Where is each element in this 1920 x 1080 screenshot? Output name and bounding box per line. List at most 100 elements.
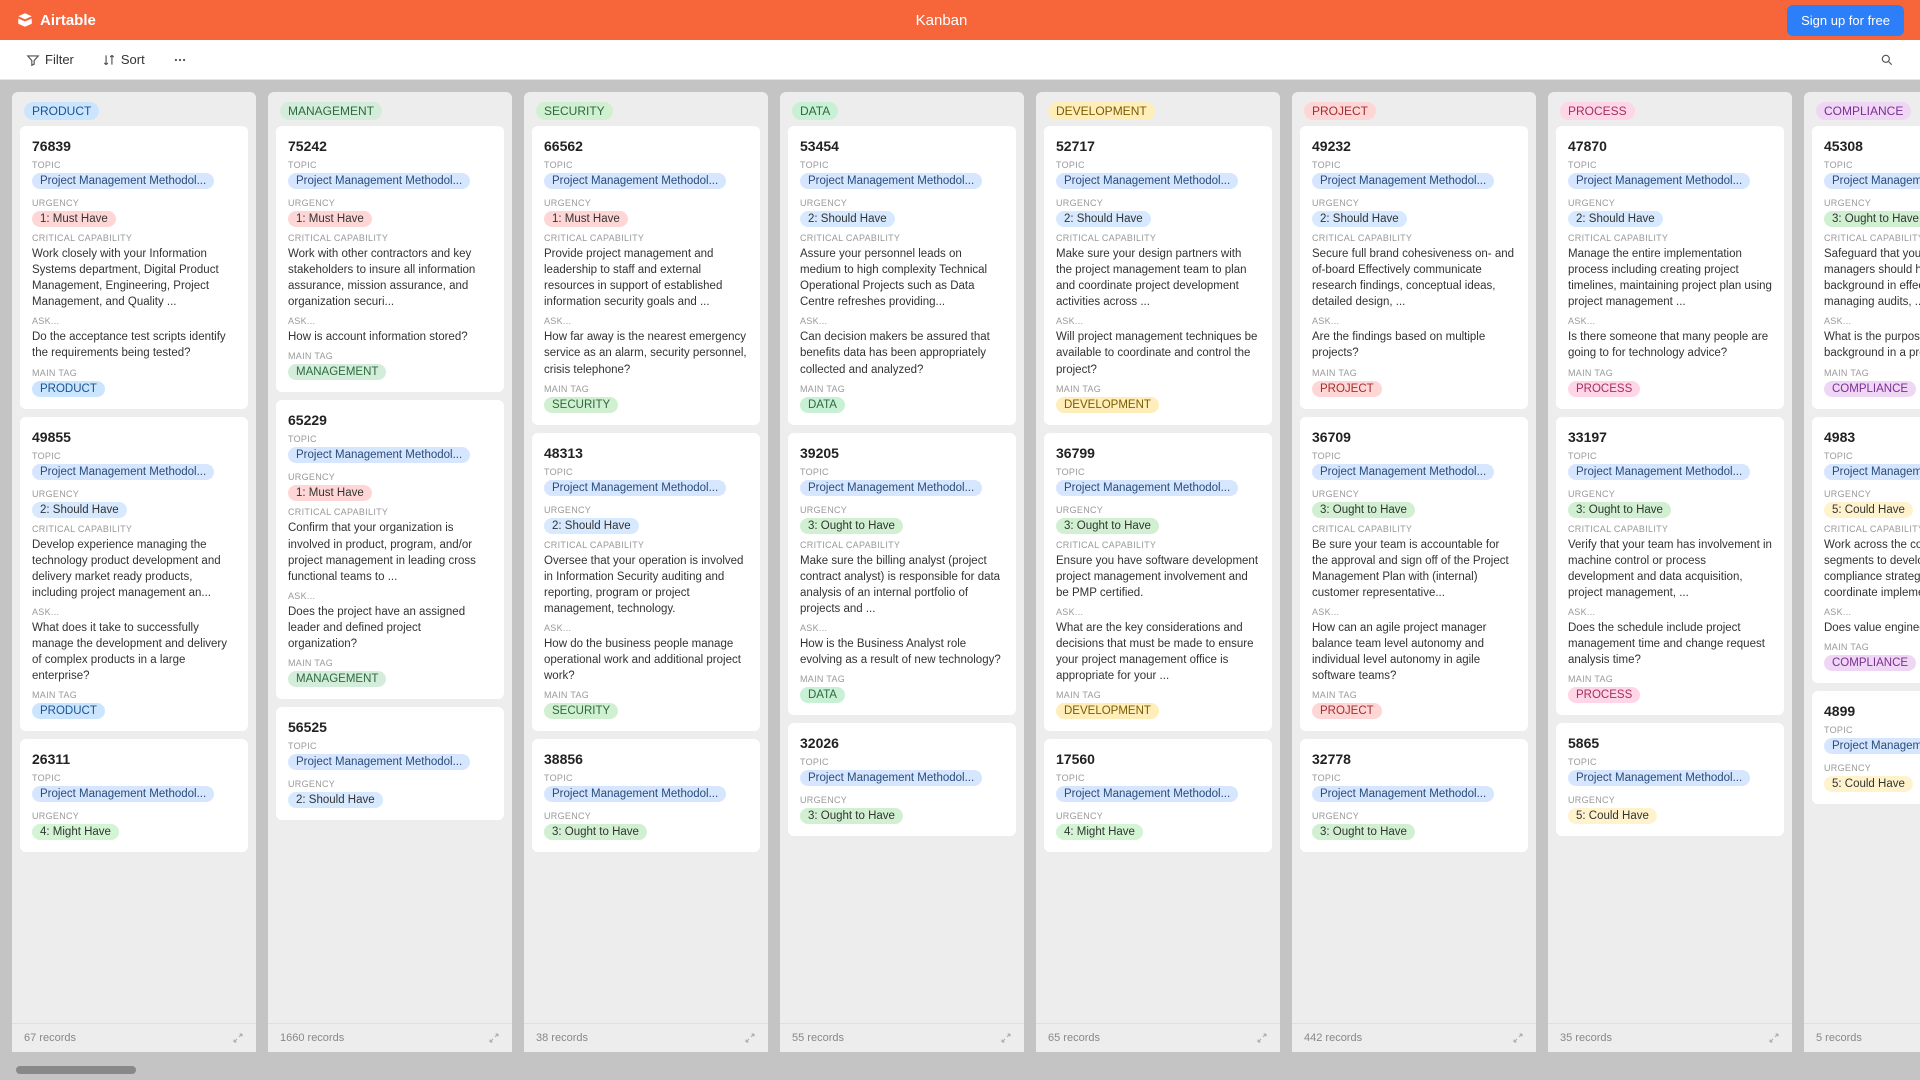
field-label: URGENCY	[288, 198, 492, 208]
topic-pill: Project Management Methodol...	[1312, 173, 1494, 189]
field-label: CRITICAL CAPABILITY	[800, 540, 1004, 550]
field-label: URGENCY	[800, 198, 1004, 208]
kanban-card[interactable]: 32026TOPICProject Management Methodol...…	[788, 723, 1016, 836]
column-body[interactable]: 52717TOPICProject Management Methodol...…	[1036, 126, 1280, 1023]
field-label: URGENCY	[32, 198, 236, 208]
column-footer: 38 records	[524, 1023, 768, 1052]
expand-icon[interactable]	[1512, 1032, 1524, 1044]
kanban-card[interactable]: 48313TOPICProject Management Methodol...…	[532, 433, 760, 732]
column-footer: 5 records	[1804, 1023, 1920, 1052]
kanban-card[interactable]: 47870TOPICProject Management Methodol...…	[1556, 126, 1784, 409]
urgency-pill: 4: Might Have	[1056, 824, 1143, 840]
field-label: TOPIC	[32, 160, 236, 170]
main-tag-pill: DEVELOPMENT	[1056, 397, 1159, 413]
kanban-card[interactable]: 66562TOPICProject Management Methodol...…	[532, 126, 760, 425]
field-label: ASK...	[544, 316, 748, 326]
urgency-pill: 3: Ought to Have	[800, 808, 903, 824]
sort-button[interactable]: Sort	[96, 48, 151, 71]
kanban-card[interactable]: 53454TOPICProject Management Methodol...…	[788, 126, 1016, 425]
main-tag-pill: PROCESS	[1568, 687, 1640, 703]
kanban-card[interactable]: 36799TOPICProject Management Methodol...…	[1044, 433, 1272, 732]
field-label: TOPIC	[32, 451, 236, 461]
kanban-card[interactable]: 38856TOPICProject Management Methodol...…	[532, 739, 760, 852]
expand-icon[interactable]	[488, 1032, 500, 1044]
search-button[interactable]	[1874, 49, 1900, 71]
kanban-card[interactable]: 39205TOPICProject Management Methodol...…	[788, 433, 1016, 716]
column-header: DEVELOPMENT	[1036, 92, 1280, 126]
field-label: TOPIC	[288, 434, 492, 444]
card-id: 38856	[544, 751, 748, 767]
horizontal-scrollbar[interactable]	[16, 1066, 136, 1074]
card-id: 49855	[32, 429, 236, 445]
airtable-logo-icon	[16, 11, 34, 29]
kanban-card[interactable]: 75242TOPICProject Management Methodol...…	[276, 126, 504, 392]
kanban-card[interactable]: 5865TOPICProject Management Methodol...U…	[1556, 723, 1784, 836]
column-body[interactable]: 75242TOPICProject Management Methodol...…	[268, 126, 512, 1023]
card-id: 65229	[288, 412, 492, 428]
record-count: 442 records	[1304, 1032, 1362, 1044]
urgency-pill: 2: Should Have	[1056, 211, 1151, 227]
urgency-pill: 3: Ought to Have	[544, 824, 647, 840]
filter-button[interactable]: Filter	[20, 48, 80, 71]
field-label: TOPIC	[800, 467, 1004, 477]
expand-icon[interactable]	[1256, 1032, 1268, 1044]
kanban-card[interactable]: 33197TOPICProject Management Methodol...…	[1556, 417, 1784, 716]
column-body[interactable]: 76839TOPICProject Management Methodol...…	[12, 126, 256, 1023]
kanban-card[interactable]: 49232TOPICProject Management Methodol...…	[1300, 126, 1528, 409]
critical-capability-text: Assure your personnel leads on medium to…	[800, 246, 1004, 310]
kanban-card[interactable]: 49855TOPICProject Management Methodol...…	[20, 417, 248, 732]
kanban-card[interactable]: 4983TOPICProject Management Methodol...U…	[1812, 417, 1920, 683]
kanban-card[interactable]: 17560TOPICProject Management Methodol...…	[1044, 739, 1272, 852]
ask-text: How is the Business Analyst role evolvin…	[800, 636, 1004, 668]
field-label: ASK...	[1824, 316, 1920, 326]
topic-pill: Project Management Methodol...	[800, 173, 982, 189]
column-body[interactable]: 66562TOPICProject Management Methodol...…	[524, 126, 768, 1023]
kanban-card[interactable]: 65229TOPICProject Management Methodol...…	[276, 400, 504, 699]
more-button[interactable]	[167, 49, 193, 71]
signup-button[interactable]: Sign up for free	[1787, 5, 1904, 36]
column-body[interactable]: 53454TOPICProject Management Methodol...…	[780, 126, 1024, 1023]
column-body[interactable]: 49232TOPICProject Management Methodol...…	[1292, 126, 1536, 1023]
expand-icon[interactable]	[1000, 1032, 1012, 1044]
logo[interactable]: Airtable	[16, 11, 96, 29]
column-body[interactable]: 45308TOPICProject Management Methodol...…	[1804, 126, 1920, 1023]
kanban-card[interactable]: 4899TOPICProject Management Methodol...U…	[1812, 691, 1920, 804]
card-id: 5865	[1568, 735, 1772, 751]
urgency-pill: 4: Might Have	[32, 824, 119, 840]
expand-icon[interactable]	[232, 1032, 244, 1044]
field-label: URGENCY	[1312, 489, 1516, 499]
expand-icon[interactable]	[1768, 1032, 1780, 1044]
kanban-card[interactable]: 56525TOPICProject Management Methodol...…	[276, 707, 504, 820]
field-label: ASK...	[1824, 607, 1920, 617]
field-label: URGENCY	[1312, 811, 1516, 821]
field-label: MAIN TAG	[1824, 642, 1920, 652]
kanban-card[interactable]: 52717TOPICProject Management Methodol...…	[1044, 126, 1272, 425]
main-tag-pill: PRODUCT	[32, 703, 105, 719]
kanban-card[interactable]: 36709TOPICProject Management Methodol...…	[1300, 417, 1528, 732]
kanban-card[interactable]: 76839TOPICProject Management Methodol...…	[20, 126, 248, 409]
field-label: TOPIC	[1824, 451, 1920, 461]
urgency-pill: 2: Should Have	[800, 211, 895, 227]
topic-pill: Project Management Methodol...	[544, 786, 726, 802]
card-id: 66562	[544, 138, 748, 154]
main-tag-pill: PROJECT	[1312, 381, 1382, 397]
kanban-column: DEVELOPMENT52717TOPICProject Management …	[1036, 92, 1280, 1052]
urgency-pill: 3: Ought to Have	[800, 518, 903, 534]
field-label: TOPIC	[1056, 467, 1260, 477]
field-label: CRITICAL CAPABILITY	[32, 233, 236, 243]
column-body[interactable]: 47870TOPICProject Management Methodol...…	[1548, 126, 1792, 1023]
main-tag-pill: SECURITY	[544, 397, 618, 413]
main-tag-pill: COMPLIANCE	[1824, 381, 1916, 397]
field-label: ASK...	[288, 316, 492, 326]
field-label: URGENCY	[800, 505, 1004, 515]
column-header: PROJECT	[1292, 92, 1536, 126]
expand-icon[interactable]	[744, 1032, 756, 1044]
card-id: 32778	[1312, 751, 1516, 767]
column-header: SECURITY	[524, 92, 768, 126]
kanban-card[interactable]: 26311TOPICProject Management Methodol...…	[20, 739, 248, 852]
kanban-board[interactable]: PRODUCT 76839TOPICProject Management Meth…	[0, 80, 1920, 1080]
kanban-card[interactable]: 45308TOPICProject Management Methodol...…	[1812, 126, 1920, 409]
kanban-card[interactable]: 32778TOPICProject Management Methodol...…	[1300, 739, 1528, 852]
kanban-column: PRODUCT 76839TOPICProject Management Meth…	[12, 92, 256, 1052]
column-header: PROCESS	[1548, 92, 1792, 126]
